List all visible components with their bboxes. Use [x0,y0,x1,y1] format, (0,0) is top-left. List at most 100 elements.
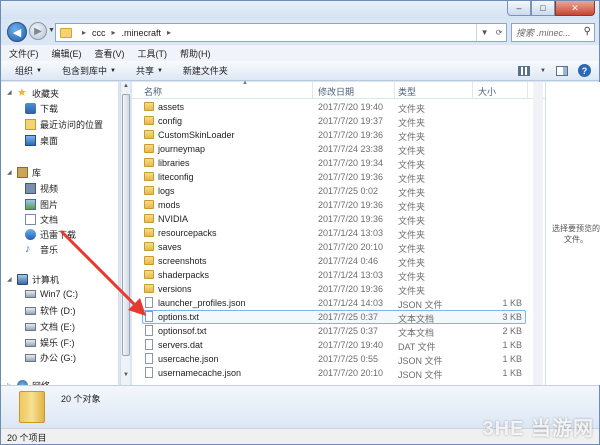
file-row[interactable]: shaderpacks 2017/1/24 13:03 文件夹 [132,268,545,282]
chevron-down-icon: ▼ [109,67,116,74]
file-date: 2017/1/24 14:03 [318,298,384,308]
organize-label: 组织 [15,66,34,76]
collapse-triangle-icon[interactable]: ◢ [7,89,12,96]
help-icon[interactable]: ? [578,64,591,77]
sidebar-scrollbar[interactable]: ▲ ▼ [120,82,130,385]
search-icon[interactable]: ⚲ [584,26,591,37]
sidebar-item-drive-g[interactable]: 办公 (G:) [25,351,76,364]
breadcrumb-ccc[interactable]: ccc [92,28,106,38]
sidebar-item-libraries[interactable]: 库 [17,166,41,179]
sidebar-item-drive-f[interactable]: 娱乐 (F:) [25,336,75,349]
address-dropdown-icon[interactable]: ▼ [481,28,489,37]
column-header-type[interactable]: 类型 [398,85,416,98]
sidebar-item-desktop[interactable]: 桌面 [25,134,58,147]
sidebar-item-downloads[interactable]: 下载 [25,102,58,115]
sidebar-item-documents[interactable]: 文档 [25,213,58,226]
file-name: libraries [158,158,190,168]
file-row[interactable]: assets 2017/7/20 19:40 文件夹 [132,100,545,114]
file-row[interactable]: resourcepacks 2017/1/24 13:03 文件夹 [132,226,545,240]
menu-view[interactable]: 查看(V) [95,47,125,60]
file-row[interactable]: mods 2017/7/20 19:36 文件夹 [132,198,545,212]
menu-help[interactable]: 帮助(H) [180,47,211,60]
folder-icon [144,256,154,265]
sidebar-item-xunlei[interactable]: 迅雷下载 [25,228,76,241]
folder-icon [144,200,154,209]
file-row[interactable]: config 2017/7/20 19:37 文件夹 [132,114,545,128]
scrollbar-thumb[interactable] [122,94,130,356]
include-in-library-button[interactable]: 包含到库中 ▼ [62,64,116,77]
recent-pages-dropdown-icon[interactable]: ▼ [48,27,55,34]
file-row[interactable]: screenshots 2017/7/24 0:46 文件夹 [132,254,545,268]
column-divider[interactable] [472,82,473,98]
new-folder-button[interactable]: 新建文件夹 [183,64,228,77]
file-row[interactable]: usernamecache.json 2017/7/20 20:10 JSON 文件… [132,366,545,380]
breadcrumb-separator-icon[interactable]: ▸ [82,28,86,37]
menu-edit[interactable]: 编辑(E) [52,47,82,60]
share-button[interactable]: 共享 ▼ [136,64,163,77]
file-icon [145,311,153,322]
scroll-down-icon[interactable]: ▼ [121,372,131,382]
file-row[interactable]: logs 2017/7/25 0:02 文件夹 [132,184,545,198]
folder-icon [144,102,154,111]
picture-icon [25,199,36,210]
file-row[interactable]: journeymap 2017/7/24 23:38 文件夹 [132,142,545,156]
file-row[interactable]: CustomSkinLoader 2017/7/20 19:36 文件夹 [132,128,545,142]
sidebar-item-label: 文档 [40,215,59,225]
column-header-name[interactable]: 名称 [144,85,162,98]
breadcrumb-separator-icon[interactable]: ▸ [167,28,171,37]
sidebar-item-drive-c[interactable]: Win7 (C:) [25,289,78,299]
change-view-icon[interactable] [518,65,531,76]
address-bar[interactable]: ▸ ccc ▸ .minecraft ▸ ▼ ⟳ [55,23,507,42]
file-icon [145,339,153,350]
sidebar-item-drive-e[interactable]: 文档 (E:) [25,320,75,333]
file-row[interactable]: liteconfig 2017/7/20 19:36 文件夹 [132,170,545,184]
organize-button[interactable]: 组织 ▼ [15,64,42,77]
close-button[interactable]: ✕ [555,1,595,16]
sidebar-item-music[interactable]: ♪ 音乐 [25,243,58,256]
sidebar-item-videos[interactable]: 视频 [25,182,58,195]
column-header-size[interactable]: 大小 [478,85,496,98]
file-date: 2017/7/20 19:36 [318,172,384,182]
collapse-triangle-icon[interactable]: ◢ [7,276,12,283]
file-name: servers.dat [158,340,203,350]
refresh-icon[interactable]: ⟳ [496,28,503,37]
file-name: options.txt [158,312,200,322]
file-type: JSON 文件 [398,370,443,380]
file-row[interactable]: saves 2017/7/20 20:10 文件夹 [132,240,545,254]
forward-button[interactable]: ▶ [29,22,47,40]
file-row[interactable]: launcher_profiles.json 2017/1/24 14:03 JSO… [132,296,545,310]
recent-places-icon [25,119,36,130]
view-dropdown-icon[interactable]: ▼ [540,68,546,74]
sidebar-item-pictures[interactable]: 图片 [25,198,58,211]
file-date: 2017/1/24 13:03 [318,228,384,238]
sidebar-item-recent[interactable]: 最近访问的位置 [25,118,103,131]
minimize-button[interactable]: – [507,1,531,16]
column-header-date[interactable]: 修改日期 [318,85,354,98]
sidebar-item-label: 图片 [40,200,59,210]
maximize-button[interactable]: □ [531,1,555,16]
collapse-triangle-icon[interactable]: ◢ [7,169,12,176]
file-row[interactable]: options.txt 2017/7/25 0:37 文本文档 3 KB [132,310,545,324]
preview-pane-icon[interactable] [556,65,568,76]
scroll-up-icon[interactable]: ▲ [121,83,131,93]
menu-file[interactable]: 文件(F) [9,47,39,60]
file-row[interactable]: servers.dat 2017/7/20 19:40 DAT 文件 1 KB [132,338,545,352]
sidebar-item-label: Win7 (C:) [40,289,78,299]
file-row[interactable]: libraries 2017/7/20 19:34 文件夹 [132,156,545,170]
breadcrumb-minecraft[interactable]: .minecraft [122,28,162,38]
column-divider[interactable] [312,82,313,98]
file-row[interactable]: usercache.json 2017/7/25 0:55 JSON 文件 1 KB [132,352,545,366]
file-row[interactable]: NVIDIA 2017/7/20 19:36 文件夹 [132,212,545,226]
sidebar-item-computer[interactable]: 计算机 [17,273,59,286]
menu-tools[interactable]: 工具(T) [138,47,168,60]
column-divider[interactable] [394,82,395,98]
menu-bar: 文件(F) 编辑(E) 查看(V) 工具(T) 帮助(H) [1,45,599,61]
sidebar-item-drive-d[interactable]: 软件 (D:) [25,304,76,317]
sidebar-item-favorites[interactable]: ★ 收藏夹 [17,87,59,100]
search-input[interactable]: 搜索 .minec... ⚲ [511,23,595,42]
file-row[interactable]: versions 2017/7/20 19:36 文件夹 [132,282,545,296]
breadcrumb-separator-icon[interactable]: ▸ [112,28,116,37]
column-divider[interactable] [527,82,528,98]
back-button[interactable]: ◀ [7,22,27,42]
file-row[interactable]: optionsof.txt 2017/7/25 0:37 文本文档 2 KB [132,324,545,338]
